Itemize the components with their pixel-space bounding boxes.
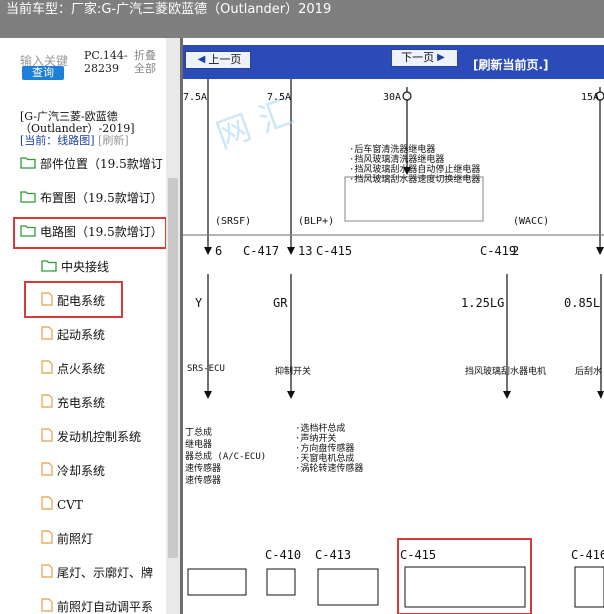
tree-file-item[interactable]: 尾灯、示廓灯、牌 <box>41 564 153 581</box>
prev-page-button[interactable]: ◀ 上一页 <box>185 51 251 69</box>
tree-file-item[interactable]: 前照灯 <box>41 530 93 547</box>
tree-file-item[interactable]: 前照灯自动调平系 <box>41 598 153 614</box>
folder-icon <box>41 259 57 275</box>
tree-file-label: 冷却系统 <box>57 464 106 478</box>
tree-folder-label: 布置图（19.5款增订） <box>40 191 163 205</box>
sidebar-scrollbar[interactable] <box>166 38 180 614</box>
file-icon <box>41 326 53 343</box>
signal-label: (BLP+) <box>298 216 335 227</box>
component-note: ·涡轮转速传感器 <box>295 464 364 474</box>
file-icon <box>41 462 53 479</box>
tree-folder-label: 中央接线 <box>61 260 110 274</box>
connector-id: C-419 <box>480 244 517 258</box>
signal-label: (WACC) <box>513 216 550 227</box>
fuse-label: 7.5A <box>267 92 292 103</box>
tree-file-item[interactable]: 发动机控制系统 <box>41 428 141 445</box>
collapse-all-button[interactable]: 折叠 全部 <box>134 49 156 75</box>
connector-label: C-416 <box>571 548 604 562</box>
connector-label: C-415 <box>400 548 437 562</box>
model-header: 当前车型：厂家:G-广汽三菱欧蓝德（Outlander）2019 <box>0 0 604 38</box>
tree-file-item[interactable]: 充电系统 <box>41 394 105 411</box>
wire-color: 0.85L <box>564 296 601 310</box>
connector-id: C-415 <box>316 244 353 258</box>
tree-file-label: 起动系统 <box>57 328 106 342</box>
component-note: 速传感器 <box>185 476 222 486</box>
tree-folder-layout[interactable]: 布置图（19.5款增订） <box>20 189 163 206</box>
fold-line1: 折叠 <box>134 49 156 62</box>
fuse-label: 30A <box>383 92 402 103</box>
pc-info-line2: 28239 <box>84 62 119 75</box>
wire-color: GR <box>273 296 288 310</box>
relay-note: ·挡风玻璃刮水器速度切换继电器 <box>349 175 481 185</box>
file-icon <box>41 394 53 411</box>
breadcrumb-path: [G-广汽三菱-欧蓝德（Outlander）-2019] <box>20 110 135 135</box>
tree-folder-central[interactable]: 中央接线 <box>41 258 109 275</box>
highlight-box <box>24 281 123 318</box>
tree-file-label: 前照灯 <box>57 532 94 546</box>
next-page-button[interactable]: 下一页 ▶ <box>391 49 458 67</box>
wire-color: Y <box>195 296 203 310</box>
prev-label: 上一页 <box>208 53 242 66</box>
pc-info-line1: PC.144- <box>84 49 128 62</box>
tree-file-label: 前照灯自动调平系 <box>57 600 154 614</box>
tree-file-item[interactable]: 起动系统 <box>41 326 105 343</box>
breadcrumb-current: [当前：线路图] <box>20 134 95 147</box>
tree-file-label: 尾灯、示廓灯、牌 <box>57 566 154 580</box>
tree-file-item[interactable]: 点火系统 <box>41 360 105 377</box>
tree-file-label: 点火系统 <box>57 362 106 376</box>
folder-icon <box>20 190 36 206</box>
model-value: 厂家:G-广汽三菱欧蓝德（Outlander）2019 <box>71 2 332 17</box>
diagram-viewer: ◀ 上一页 下一页 ▶ [刷新当前页.] 网 汇 7.5A 7.5A 30A 1… <box>183 38 604 614</box>
tree-file-label: CVT <box>57 497 83 512</box>
signal-label: (SRSF) <box>215 216 252 227</box>
file-icon <box>41 428 53 445</box>
sidebar: 输入关键 查询 PC.144- 28239 折叠 全部 [G-广汽三菱-欧蓝德（… <box>0 38 166 614</box>
tree-file-item[interactable]: 冷却系统 <box>41 462 105 479</box>
tree-folder-part-location[interactable]: 部件位置（19.5款增订 <box>20 155 163 172</box>
fuse-label: 15A <box>581 92 600 103</box>
destination-label: 抑制开关 <box>275 367 312 377</box>
connector-id: C-417 <box>243 244 280 258</box>
connector-label: C-410 <box>265 548 302 562</box>
tree-file-item[interactable]: CVT <box>41 496 83 513</box>
model-label: 当前车型： <box>6 2 72 17</box>
destination-label: 挡风玻璃刮水器电机 <box>465 367 547 377</box>
fold-line2: 全部 <box>134 62 156 75</box>
breadcrumb-refresh[interactable]: [刷新] <box>98 134 129 147</box>
file-icon <box>41 496 53 513</box>
scrollbar-thumb[interactable] <box>168 178 178 558</box>
destination-label: SRS-ECU <box>187 364 225 374</box>
tree-folder-label: 部件位置（19.5款增订 <box>40 157 163 171</box>
pc-info: PC.144- 28239 <box>84 49 128 75</box>
refresh-page-link[interactable]: [刷新当前页.] <box>473 56 549 73</box>
next-label: 下一页 <box>401 51 435 64</box>
breadcrumb: [G-广汽三菱-欧蓝德（Outlander）-2019] [当前：线路图] [刷… <box>20 111 166 147</box>
wire-color: 1.25LG <box>461 296 505 310</box>
arrow-right-icon: ▶ <box>437 52 445 63</box>
arrow-left-icon: ◀ <box>197 54 206 65</box>
destination-label: 后刮水 <box>575 367 603 377</box>
fuse-label: 7.5A <box>183 92 208 103</box>
tree-file-label: 发动机控制系统 <box>57 430 142 444</box>
folder-icon <box>20 156 36 172</box>
pin-number: 13 <box>298 244 313 258</box>
highlight-box <box>13 217 166 249</box>
file-icon <box>41 564 53 581</box>
file-icon <box>41 598 53 614</box>
query-button[interactable]: 查询 <box>22 66 64 80</box>
pin-number: 6 <box>215 244 223 258</box>
connector-label: C-413 <box>315 548 352 562</box>
file-icon <box>41 360 53 377</box>
tree-file-label: 充电系统 <box>57 396 106 410</box>
file-icon <box>41 530 53 547</box>
